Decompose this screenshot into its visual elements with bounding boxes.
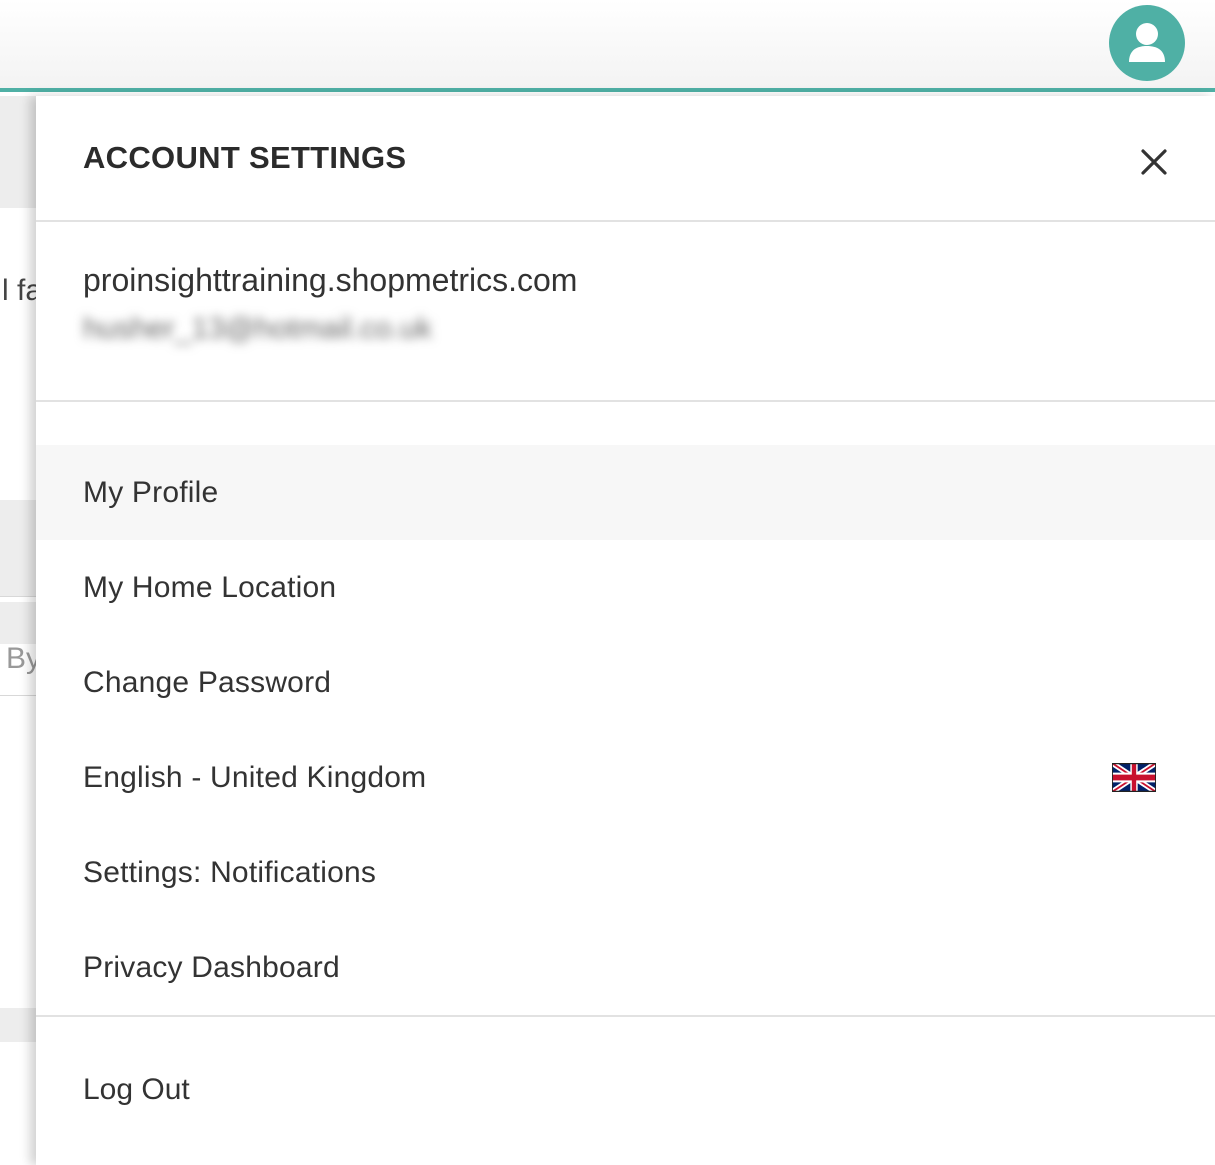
- menu-item-language[interactable]: English - United Kingdom: [36, 730, 1215, 825]
- account-settings-panel: ACCOUNT SETTINGS proinsighttraining.shop…: [36, 96, 1215, 1165]
- menu-item-label: My Profile: [83, 475, 219, 509]
- account-info: proinsighttraining.shopmetrics.com hushe…: [36, 222, 1215, 402]
- menu-item-label: Settings: Notifications: [83, 855, 377, 889]
- background-band: [0, 1008, 36, 1042]
- menu-item-label: My Home Location: [83, 570, 337, 604]
- settings-menu: My Profile My Home Location Change Passw…: [36, 445, 1215, 1015]
- menu-item-privacy-dashboard[interactable]: Privacy Dashboard: [36, 920, 1215, 1015]
- background-input-text: By: [6, 642, 36, 675]
- close-button[interactable]: [1132, 140, 1176, 184]
- menu-item-change-password[interactable]: Change Password: [36, 635, 1215, 730]
- background-band: [0, 602, 36, 644]
- menu-item-label: Change Password: [83, 665, 332, 699]
- user-avatar-button[interactable]: [1109, 5, 1185, 81]
- background-text: l fa: [2, 274, 36, 307]
- uk-flag-icon: [1112, 763, 1156, 792]
- menu-item-label: Privacy Dashboard: [83, 950, 340, 984]
- log-out-label: Log Out: [83, 1072, 190, 1106]
- panel-header: ACCOUNT SETTINGS: [36, 96, 1215, 222]
- background-page: l fa By: [0, 96, 36, 1165]
- close-icon: [1141, 149, 1167, 175]
- logout-section: Log Out: [36, 1015, 1215, 1162]
- menu-item-my-profile[interactable]: My Profile: [36, 445, 1215, 540]
- user-avatar-icon: [1129, 23, 1165, 62]
- log-out-button[interactable]: Log Out: [36, 1017, 1215, 1162]
- background-band: [0, 500, 36, 596]
- menu-item-my-home-location[interactable]: My Home Location: [36, 540, 1215, 635]
- menu-item-label: English - United Kingdom: [83, 760, 427, 794]
- account-email: husher_13@hotmail.co.uk: [83, 312, 432, 345]
- menu-item-settings-notifications[interactable]: Settings: Notifications: [36, 825, 1215, 920]
- background-band: [0, 96, 36, 208]
- account-domain: proinsighttraining.shopmetrics.com: [83, 262, 578, 298]
- top-header: [0, 0, 1215, 92]
- panel-title: ACCOUNT SETTINGS: [83, 140, 407, 175]
